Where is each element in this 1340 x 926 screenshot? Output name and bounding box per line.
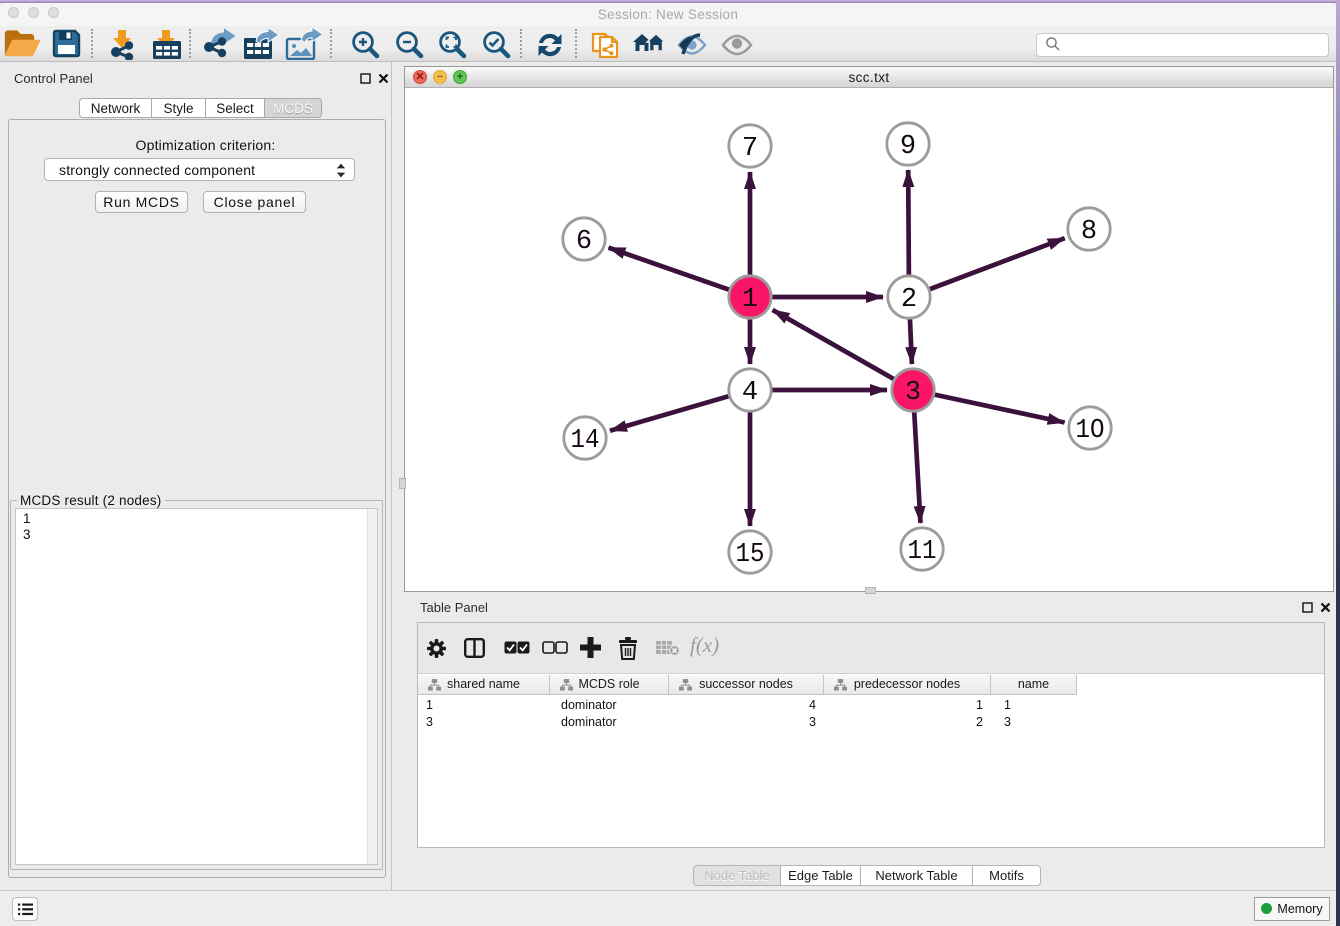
svg-text:4: 4 bbox=[742, 378, 758, 408]
svg-text:15: 15 bbox=[736, 540, 765, 570]
svg-text:6: 6 bbox=[576, 227, 592, 257]
svg-text:11: 11 bbox=[908, 537, 937, 567]
svg-text:1O: 1O bbox=[1076, 416, 1105, 446]
svg-text:2: 2 bbox=[901, 285, 917, 315]
svg-text:3: 3 bbox=[905, 378, 921, 408]
svg-text:9: 9 bbox=[900, 132, 916, 162]
svg-text:1: 1 bbox=[742, 285, 758, 315]
svg-text:8: 8 bbox=[1081, 217, 1097, 247]
svg-text:7: 7 bbox=[742, 134, 758, 164]
svg-text:14: 14 bbox=[571, 426, 600, 456]
